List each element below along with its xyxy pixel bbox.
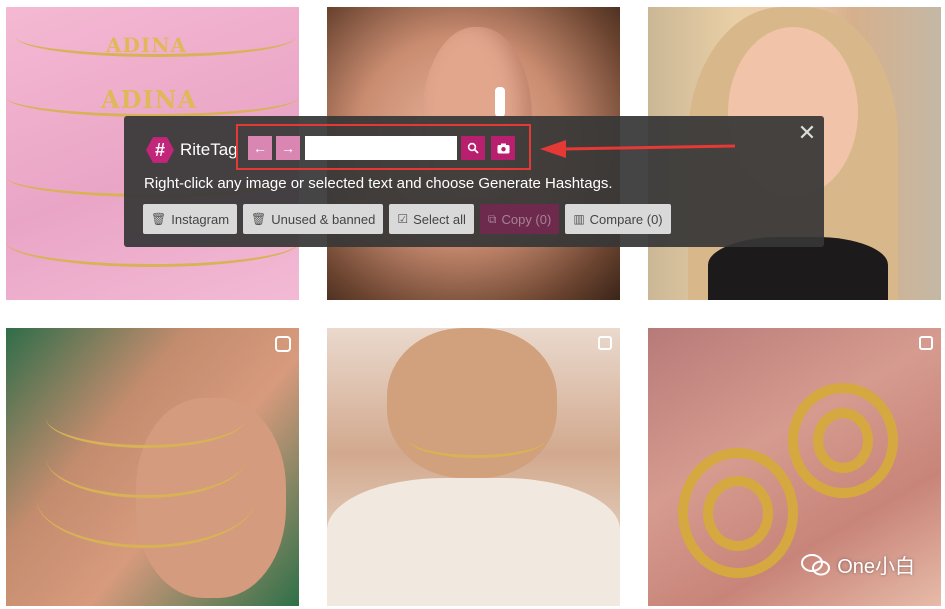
hoop-shape	[813, 408, 873, 473]
search-button[interactable]	[461, 136, 485, 160]
necklace-name-text: ADINA	[101, 85, 198, 114]
compare-button[interactable]: ▥ Compare (0)	[565, 204, 671, 234]
watermark: One小白	[801, 550, 915, 579]
instruction-text: Right-click any image or selected text a…	[144, 175, 613, 192]
instagram-button[interactable]: 🗑 Instagram	[143, 204, 238, 234]
unused-banned-button[interactable]: 🗑 Unused & banned	[243, 204, 384, 234]
multiple-icon	[919, 336, 933, 350]
annotation-arrow	[540, 140, 736, 158]
action-buttons: 🗑 Instagram 🗑 Unused & banned ☑ Select a…	[143, 204, 671, 234]
camera-button[interactable]	[491, 136, 515, 160]
grid-tile-layered-necklaces[interactable]	[6, 328, 299, 606]
search-icon	[467, 142, 479, 154]
copy-icon: ⧉	[487, 211, 497, 226]
screen: ADINA ADINA # RiteTag ← → ✕ Right-click …	[0, 0, 945, 609]
watermark-text: One小白	[837, 556, 915, 578]
ritetag-logo: # RiteTag	[146, 136, 238, 164]
reel-icon	[275, 336, 291, 352]
forward-button[interactable]: →	[276, 136, 300, 160]
compare-button-label: Compare (0)	[589, 211, 663, 227]
camera-icon	[497, 143, 509, 153]
chain-decoration	[36, 448, 256, 548]
sweater-shape	[327, 478, 620, 606]
instagram-button-label: Instagram	[171, 211, 230, 227]
select-all-button-label: Select all	[413, 211, 466, 227]
hashtag-icon: #	[146, 137, 174, 163]
copy-button-label: Copy (0)	[501, 211, 552, 227]
bar-chart-icon: ▥	[573, 212, 585, 226]
ritetag-panel: # RiteTag ← → ✕ Right-click any image or…	[124, 116, 824, 247]
back-button[interactable]: ←	[248, 136, 272, 160]
copy-button[interactable]: ⧉ Copy (0)	[479, 204, 560, 234]
hoop-shape	[703, 476, 773, 551]
select-all-button[interactable]: ☑ Select all	[389, 204, 474, 234]
chain-decoration	[407, 418, 547, 458]
close-button[interactable]: ✕	[796, 122, 818, 144]
unused-banned-button-label: Unused & banned	[271, 211, 376, 227]
ritetag-brand-text: RiteTag	[180, 140, 238, 159]
wechat-icon	[801, 553, 831, 575]
earring-shape	[495, 87, 505, 117]
checkbox-icon: ☑	[397, 212, 409, 226]
multiple-icon	[598, 336, 612, 350]
trash-icon: 🗑	[251, 212, 267, 226]
trash-icon: 🗑	[151, 212, 167, 226]
necklace-name-text: ADINA	[106, 33, 188, 57]
hashtag-search-input[interactable]	[305, 136, 457, 160]
grid-tile-woman-necklace[interactable]	[327, 328, 620, 606]
